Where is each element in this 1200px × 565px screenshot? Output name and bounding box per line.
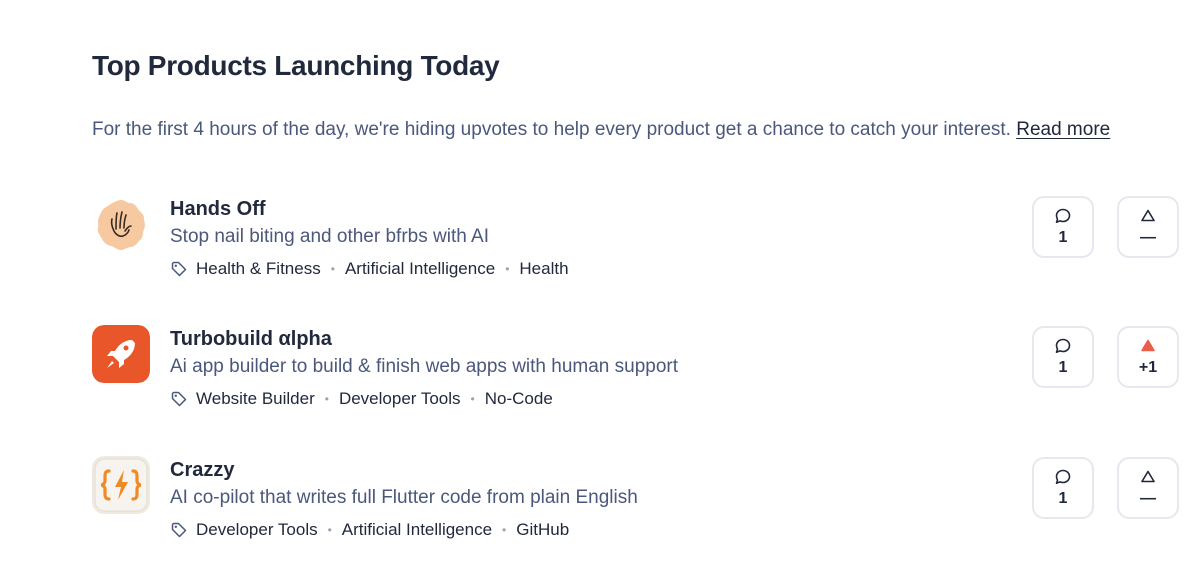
comment-count: 1 xyxy=(1058,359,1068,376)
comments-button[interactable]: 1 xyxy=(1032,326,1094,388)
upvote-button[interactable]: +1 xyxy=(1117,326,1179,388)
read-more-link[interactable]: Read more xyxy=(1016,119,1110,140)
upvote-triangle-icon xyxy=(1139,207,1157,225)
upvote-count: +1 xyxy=(1138,359,1158,376)
notice-text: For the first 4 hours of the day, we're … xyxy=(92,119,1011,140)
product-name[interactable]: Turbobuild αlpha xyxy=(170,327,678,351)
topic-separator: • xyxy=(502,523,507,537)
topic-list: Website Builder • Developer Tools • No-C… xyxy=(170,388,678,410)
product-tagline: Stop nail biting and other bfrbs with AI xyxy=(170,226,489,247)
product-row[interactable]: Crazzy AI co-pilot that writes full Flut… xyxy=(92,456,1182,556)
topic-link[interactable]: No-Code xyxy=(485,388,553,410)
topic-link[interactable]: GitHub xyxy=(516,519,569,541)
product-info: Turbobuild αlpha Ai app builder to build… xyxy=(170,327,678,410)
product-name[interactable]: Crazzy xyxy=(170,458,638,482)
tag-icon xyxy=(170,390,188,408)
product-name[interactable]: Hands Off xyxy=(170,197,569,221)
upvote-triangle-icon xyxy=(1139,337,1157,355)
rocket-icon xyxy=(92,325,150,383)
comment-icon xyxy=(1054,468,1072,486)
upvote-button[interactable]: — xyxy=(1117,196,1179,258)
upvote-count: — xyxy=(1140,490,1156,507)
topic-separator: • xyxy=(505,262,510,276)
topic-separator: • xyxy=(327,523,332,537)
topic-separator: • xyxy=(470,392,475,406)
product-tagline: Ai app builder to build & finish web app… xyxy=(170,356,679,377)
comments-button[interactable]: 1 xyxy=(1032,457,1094,519)
topic-link[interactable]: Artificial Intelligence xyxy=(342,519,492,541)
topic-separator: • xyxy=(324,392,329,406)
topic-link[interactable]: Health & Fitness xyxy=(196,258,321,280)
page-title: Top Products Launching Today xyxy=(92,50,500,81)
upvote-count: — xyxy=(1140,229,1156,246)
product-thumbnail[interactable] xyxy=(92,456,150,514)
upvote-triangle-icon xyxy=(1139,468,1157,486)
product-info: Hands Off Stop nail biting and other bfr… xyxy=(170,197,569,280)
topic-link[interactable]: Health xyxy=(519,258,568,280)
topic-link[interactable]: Artificial Intelligence xyxy=(345,258,495,280)
upvote-notice: For the first 4 hours of the day, we're … xyxy=(92,119,1110,141)
topic-link[interactable]: Developer Tools xyxy=(339,388,461,410)
comment-count: 1 xyxy=(1058,229,1068,246)
product-info: Crazzy AI co-pilot that writes full Flut… xyxy=(170,458,638,541)
comments-button[interactable]: 1 xyxy=(1032,196,1094,258)
comment-icon xyxy=(1054,337,1072,355)
topic-list: Health & Fitness • Artificial Intelligen… xyxy=(170,258,569,280)
hand-icon xyxy=(92,195,150,253)
code-bolt-icon xyxy=(92,456,150,514)
comment-count: 1 xyxy=(1058,490,1068,507)
upvote-button[interactable]: — xyxy=(1117,457,1179,519)
topic-list: Developer Tools • Artificial Intelligenc… xyxy=(170,519,638,541)
product-row[interactable]: Turbobuild αlpha Ai app builder to build… xyxy=(92,325,1182,425)
comment-icon xyxy=(1054,207,1072,225)
product-thumbnail[interactable] xyxy=(92,195,150,253)
product-tagline: AI co-pilot that writes full Flutter cod… xyxy=(170,487,638,508)
tag-icon xyxy=(170,260,188,278)
tag-icon xyxy=(170,521,188,539)
topic-link[interactable]: Developer Tools xyxy=(196,519,318,541)
topic-link[interactable]: Website Builder xyxy=(196,388,315,410)
product-row[interactable]: Hands Off Stop nail biting and other bfr… xyxy=(92,195,1182,295)
topic-separator: • xyxy=(330,262,335,276)
product-thumbnail[interactable] xyxy=(92,325,150,383)
